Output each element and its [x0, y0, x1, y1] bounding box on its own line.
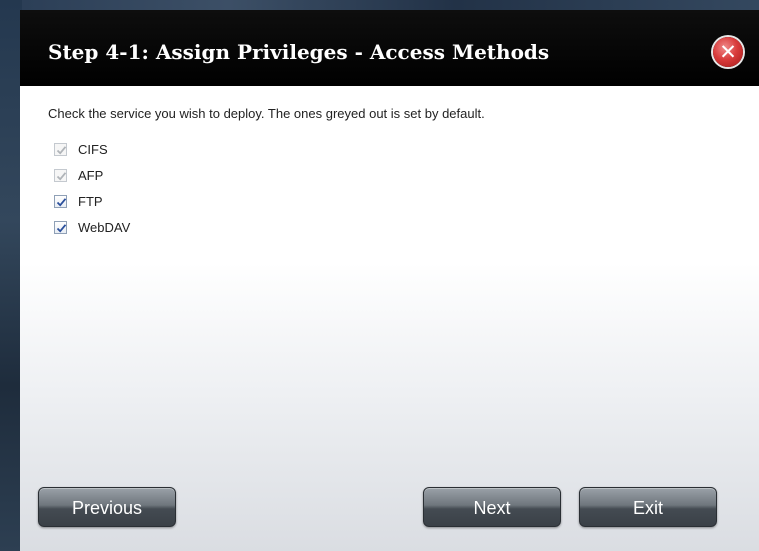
close-button[interactable]: ✕: [713, 37, 743, 67]
webdav-label: WebDAV: [78, 220, 131, 235]
exit-button[interactable]: Exit: [579, 487, 717, 527]
ftp-checkbox[interactable]: [54, 195, 67, 208]
dialog-titlebar: Step 4-1: Assign Privileges - Access Met…: [20, 10, 759, 86]
previous-button[interactable]: Previous: [38, 487, 176, 527]
desktop-background-left: [0, 0, 22, 551]
checkmark-icon: [56, 146, 67, 155]
checkmark-icon: [56, 198, 67, 207]
dialog-title: Step 4-1: Assign Privileges - Access Met…: [48, 40, 550, 64]
afp-checkbox: [54, 169, 67, 182]
next-button[interactable]: Next: [423, 487, 561, 527]
cifs-label: CIFS: [78, 142, 108, 157]
instruction-text: Check the service you wish to deploy. Th…: [48, 106, 485, 121]
ftp-label: FTP: [78, 194, 103, 209]
dialog-content: Check the service you wish to deploy. Th…: [20, 86, 759, 551]
afp-label: AFP: [78, 168, 104, 183]
assign-privileges-dialog: Step 4-1: Assign Privileges - Access Met…: [20, 10, 759, 551]
checkmark-icon: [56, 172, 67, 181]
cifs-checkbox: [54, 143, 67, 156]
checkmark-icon: [56, 224, 67, 233]
close-icon: ✕: [719, 40, 737, 64]
webdav-checkbox[interactable]: [54, 221, 67, 234]
